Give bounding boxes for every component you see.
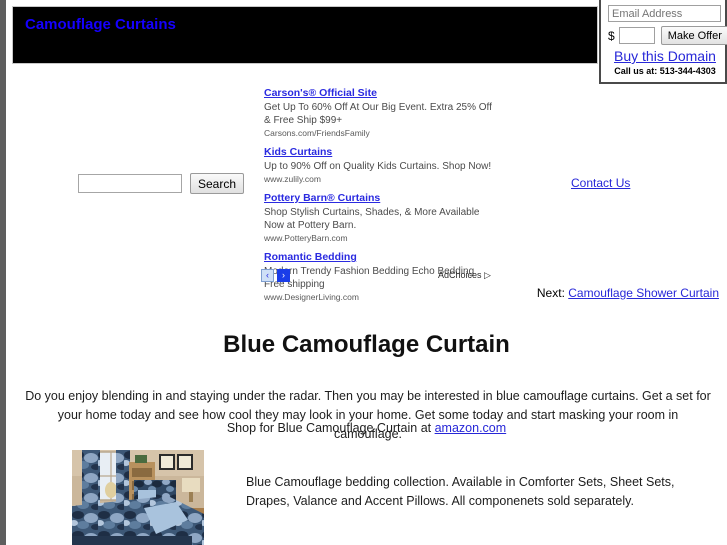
ad-url: www.zulily.com: [264, 174, 321, 184]
buy-this-domain-link[interactable]: Buy this Domain: [601, 48, 727, 64]
domain-offer-panel: $ Make Offer Buy this Domain Call us at:…: [599, 0, 727, 84]
contact-us-link[interactable]: Contact Us: [571, 176, 630, 190]
ad-pagination: ‹ ›: [261, 269, 290, 282]
next-prefix-label: Next:: [536, 286, 565, 300]
chevron-left-icon[interactable]: ‹: [261, 269, 274, 282]
ad-description: Up to 90% Off on Quality Kids Curtains. …: [264, 161, 492, 172]
call-us-text: Call us at: 513-344-4303: [614, 66, 716, 76]
shop-prefix-label: Shop for Blue Camouflage Curtain at: [226, 421, 432, 435]
ad-title-link[interactable]: Pottery Barn® Curtains: [264, 191, 380, 205]
camouflage-bedroom-photo: [72, 450, 204, 545]
ad-unit: Carson's® Official Site Get Up To 60% Of…: [264, 83, 512, 140]
ad-unit: Pottery Barn® Curtains Shop Stylish Curt…: [264, 188, 512, 245]
ad-url: Carsons.com/FriendsFamily: [264, 128, 370, 138]
ad-title-link[interactable]: Carson's® Official Site: [264, 86, 377, 100]
chevron-right-icon[interactable]: ›: [277, 269, 290, 282]
ad-unit: Kids Curtains Up to 90% Off on Quality K…: [264, 142, 512, 186]
next-navigation: Next: Camouflage Shower Curtain: [537, 286, 719, 300]
amazon-link[interactable]: amazon.com: [435, 421, 507, 435]
shop-line: Shop for Blue Camouflage Curtain at amaz…: [6, 421, 727, 435]
product-image: [72, 450, 204, 545]
email-field[interactable]: [608, 5, 721, 22]
ad-title-link[interactable]: Romantic Bedding: [264, 250, 357, 264]
adchoices-icon: ▷: [484, 270, 491, 280]
offer-row: $ Make Offer: [608, 26, 727, 45]
search-input[interactable]: [78, 174, 182, 193]
next-page-link[interactable]: Camouflage Shower Curtain: [568, 286, 719, 300]
offer-amount-input[interactable]: [618, 27, 655, 44]
site-header: Camouflage Curtains: [12, 6, 598, 64]
ad-title-link[interactable]: Kids Curtains: [264, 145, 332, 159]
currency-symbol: $: [608, 28, 615, 43]
adchoices-link[interactable]: AdChoices ▷: [438, 270, 491, 281]
main-heading: Blue Camouflage Curtain: [223, 331, 510, 359]
adchoices-label: AdChoices: [438, 270, 482, 280]
ad-url: www.PotteryBarn.com: [264, 233, 348, 243]
ad-url: www.DesignerLiving.com: [264, 292, 359, 302]
search-button[interactable]: Search: [190, 173, 245, 194]
ad-description: Shop Stylish Curtains, Shades, & More Av…: [264, 207, 480, 231]
ad-description: Get Up To 60% Off At Our Big Event. Extr…: [264, 102, 492, 126]
product-description: Blue Camouflage bedding collection. Avai…: [246, 474, 675, 508]
make-offer-button[interactable]: Make Offer: [660, 26, 727, 45]
page-container: Camouflage Curtains $ Make Offer Buy thi…: [6, 0, 727, 545]
page-title: Camouflage Curtains: [25, 16, 176, 33]
